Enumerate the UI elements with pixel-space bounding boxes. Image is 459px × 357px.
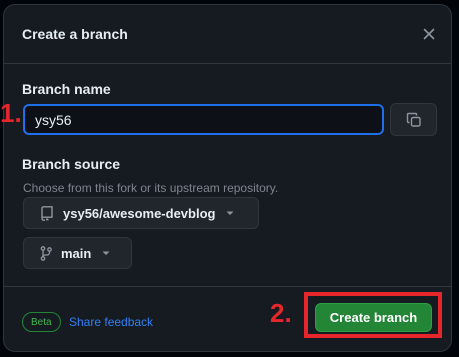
triangle-down-icon xyxy=(101,248,111,258)
step-1-annotation: 1. xyxy=(0,98,22,128)
branch-name-label: Branch name xyxy=(22,81,111,97)
beta-badge: Beta xyxy=(22,312,61,332)
repository-select-value: ysy56/awesome-devblog xyxy=(63,205,216,221)
create-branch-button[interactable]: Create branch xyxy=(315,303,432,332)
branch-name-input[interactable] xyxy=(23,104,384,135)
copy-button[interactable] xyxy=(390,103,437,136)
dialog-title: Create a branch xyxy=(22,26,128,42)
close-icon xyxy=(423,28,435,40)
repo-icon xyxy=(40,205,54,221)
copy-icon xyxy=(406,112,421,127)
repository-select[interactable]: ysy56/awesome-devblog xyxy=(23,197,259,229)
branch-select[interactable]: main xyxy=(23,237,132,269)
share-feedback-link[interactable]: Share feedback xyxy=(69,315,153,329)
step-2-annotation: 2. xyxy=(270,298,292,328)
triangle-down-icon xyxy=(225,208,235,218)
close-button[interactable] xyxy=(419,24,439,44)
git-branch-icon xyxy=(40,245,52,261)
branch-select-value: main xyxy=(61,245,92,261)
dialog-header: Create a branch xyxy=(4,5,451,64)
branch-source-hint: Choose from this fork or its upstream re… xyxy=(23,181,279,195)
branch-source-label: Branch source xyxy=(22,156,121,172)
